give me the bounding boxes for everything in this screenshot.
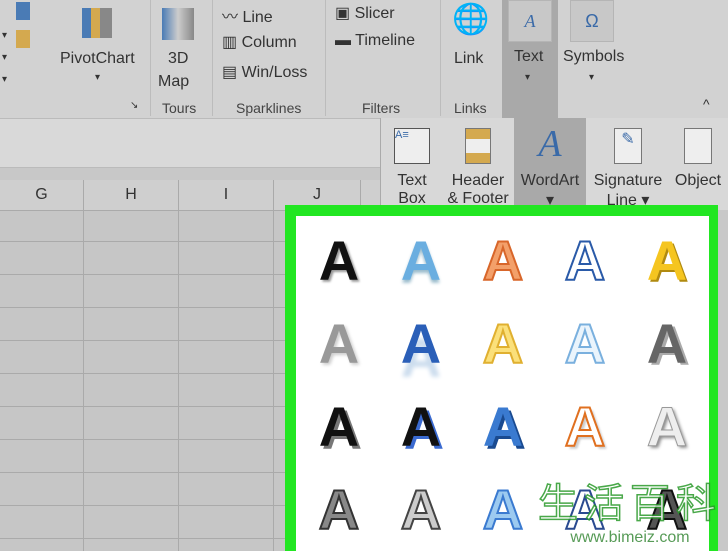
header-footer-icon	[465, 128, 491, 164]
wordart-style-11[interactable]: A	[298, 386, 380, 468]
timeline-icon: ▬	[335, 32, 356, 49]
3d-map-label[interactable]: Map	[158, 73, 189, 91]
watermark: 生活百科 www.bimeiz.com	[537, 471, 722, 547]
chart-dropdown-arrows[interactable]: ▾ ▾ ▾	[2, 30, 7, 85]
column-header-h[interactable]: H	[84, 180, 179, 210]
filters-group-label: Filters	[362, 100, 401, 116]
wordart-style-9[interactable]: A	[544, 303, 626, 385]
text-box-button[interactable]: A≡ Text Box	[381, 118, 443, 210]
wordart-style-1[interactable]: A	[298, 220, 380, 302]
column-header-i[interactable]: I	[179, 180, 274, 210]
links-group-label: Links	[454, 100, 487, 116]
wordart-style-12[interactable]: A	[380, 386, 462, 468]
label: Slicer	[354, 5, 395, 22]
text-dropdown-panel: A≡ Text Box Header & Footer A WordArt ▾ …	[380, 118, 728, 210]
sparkline-column-button[interactable]: ▥ Column	[222, 32, 297, 52]
symbols-button[interactable]: Symbols	[563, 48, 624, 66]
wordart-style-6[interactable]: A	[298, 303, 380, 385]
wordart-button[interactable]: A WordArt ▾	[514, 118, 586, 210]
column-header-g[interactable]: G	[0, 180, 84, 210]
header-footer-button[interactable]: Header & Footer	[443, 118, 513, 210]
watermark-logo: 生活百科	[537, 481, 722, 527]
label: Timeline	[355, 32, 416, 49]
slicer-icon: ▣	[335, 5, 355, 22]
signature-line-icon: ✎	[614, 128, 642, 164]
3d-map-button[interactable]: 3D	[168, 50, 188, 68]
label: Signature	[593, 172, 663, 189]
text-box-icon: A≡	[394, 128, 430, 164]
object-icon	[684, 128, 712, 164]
winloss-sparkline-icon: ▤	[222, 64, 242, 81]
wordart-style-7[interactable]: A	[380, 303, 462, 385]
wordart-icon: A	[538, 123, 562, 165]
wordart-style-16[interactable]: A	[298, 469, 380, 551]
label: Win/Loss	[241, 64, 308, 81]
signature-line-button[interactable]: ✎ Signature Line ▾	[588, 118, 668, 210]
text-icon: A	[508, 0, 552, 42]
dialog-launcher-icon[interactable]: ↘	[130, 100, 138, 111]
chart-icon[interactable]	[16, 2, 30, 20]
wordart-style-3[interactable]: A	[462, 220, 544, 302]
globe-link-icon: 🌐	[452, 3, 490, 36]
wordart-style-18[interactable]: A	[462, 469, 544, 551]
wordart-style-10[interactable]: A	[626, 303, 708, 385]
label: Column	[241, 34, 297, 51]
slicer-button[interactable]: ▣ Slicer	[335, 3, 395, 23]
formula-bar[interactable]	[0, 118, 380, 168]
ribbon: ▾ ▾ ▾ PivotChart ▾ ↘ 3D Map Tours 〰 Line ▥…	[0, 0, 728, 119]
wordart-style-5[interactable]: A	[626, 220, 708, 302]
wordart-style-14[interactable]: A	[544, 386, 626, 468]
cell-grid[interactable]	[0, 211, 290, 551]
label: Text	[397, 172, 427, 189]
pivotchart-button[interactable]: PivotChart	[60, 50, 135, 68]
omega-symbol-icon: Ω	[570, 0, 614, 42]
label: Header	[451, 172, 505, 189]
line-sparkline-icon: 〰	[222, 9, 243, 26]
label: Line	[242, 9, 273, 26]
chart-icon[interactable]	[16, 30, 30, 48]
chevron-down-icon: ▾	[589, 72, 595, 83]
chevron-down-icon: ▾	[95, 72, 101, 83]
watermark-url: www.bimeiz.com	[570, 529, 690, 546]
label: WordArt	[520, 172, 580, 189]
sparklines-group-label: Sparklines	[236, 100, 302, 116]
column-sparkline-icon: ▥	[222, 34, 242, 51]
label: Text	[514, 48, 544, 65]
sparkline-winloss-button[interactable]: ▤ Win/Loss	[222, 62, 307, 82]
sparkline-line-button[interactable]: 〰 Line	[222, 3, 273, 27]
link-button[interactable]: Link	[454, 50, 483, 68]
text-button[interactable]: A Text ▾	[502, 0, 558, 118]
object-button[interactable]: Object	[668, 118, 728, 210]
wordart-style-2[interactable]: A	[380, 220, 462, 302]
3d-map-icon	[162, 8, 194, 40]
wordart-style-4[interactable]: A	[544, 220, 626, 302]
chevron-down-icon: ▾	[525, 72, 531, 83]
pivotchart-icon	[82, 8, 112, 38]
wordart-style-13[interactable]: A	[462, 386, 544, 468]
tours-group-label: Tours	[162, 100, 197, 116]
timeline-button[interactable]: ▬ Timeline	[335, 32, 415, 50]
wordart-style-15[interactable]: A	[626, 386, 708, 468]
wordart-style-17[interactable]: A	[380, 469, 462, 551]
label: Object	[674, 172, 722, 189]
wordart-style-8[interactable]: A	[462, 303, 544, 385]
collapse-ribbon-icon[interactable]: ^	[703, 96, 710, 112]
